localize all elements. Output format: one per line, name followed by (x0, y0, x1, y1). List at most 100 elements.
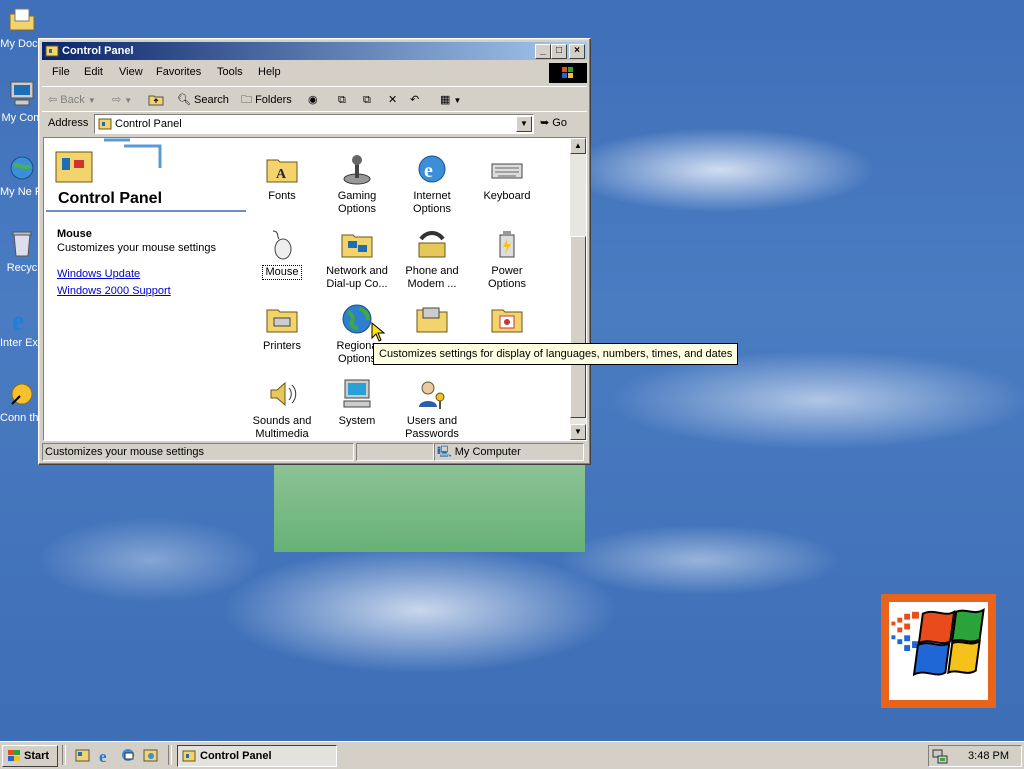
history-button[interactable]: ◉ (308, 92, 318, 108)
system-icon (343, 379, 371, 408)
close-button[interactable]: × (569, 44, 585, 59)
item-fonts[interactable]: A Fonts (246, 152, 318, 203)
up-folder-button[interactable] (148, 92, 164, 108)
control-panel-icon (98, 118, 112, 130)
menu-bar: File Edit View Favorites Tools Help (42, 62, 587, 82)
selected-item-title: Mouse (57, 228, 92, 240)
menu-edit[interactable]: Edit (84, 66, 103, 78)
start-button[interactable]: Start (2, 745, 58, 767)
go-button[interactable]: ➥ Go (540, 116, 567, 129)
windows-throbber-icon (562, 67, 573, 78)
icon-grid: A Fonts Gaming Options e Internet Option… (249, 138, 569, 440)
scanners-cameras-icon (416, 307, 448, 333)
item-system[interactable]: System (321, 377, 393, 428)
move-to-button[interactable]: ⧉ (338, 92, 346, 108)
network-tray-icon[interactable] (932, 748, 948, 764)
power-options-icon (499, 231, 515, 258)
windows-flag-icon (891, 607, 985, 677)
menu-favorites[interactable]: Favorites (156, 66, 201, 78)
menu-file[interactable]: File (52, 66, 70, 78)
menu-view[interactable]: View (119, 66, 143, 78)
show-desktop-icon[interactable] (74, 747, 91, 764)
scroll-thumb[interactable] (570, 236, 586, 418)
menu-help[interactable]: Help (258, 66, 281, 78)
connect-internet-icon (11, 383, 33, 405)
keyboard-icon (491, 163, 523, 179)
address-value: Control Panel (115, 118, 182, 130)
mouse-pointer-icon (371, 322, 385, 342)
scroll-up-button[interactable]: ▲ (570, 138, 586, 154)
throbber (549, 63, 587, 83)
tooltip: Customizes settings for display of langu… (373, 343, 739, 365)
minimize-button[interactable]: _ (535, 44, 551, 59)
windows-flag-icon (8, 750, 20, 761)
control-panel-window: Control Panel _ □ × File Edit View Favor… (38, 38, 591, 465)
regional-options-icon (342, 304, 372, 334)
address-input[interactable]: Control Panel ▼ (94, 114, 534, 134)
item-keyboard[interactable]: Keyboard (471, 152, 543, 203)
web-view-pane: Control Panel Mouse Customizes your mous… (44, 138, 249, 440)
views-button[interactable]: ▦ ▼ (440, 92, 461, 108)
pane-title: Control Panel (58, 190, 163, 207)
maximize-button[interactable]: □ (551, 44, 567, 59)
chevron-down-icon: ▼ (87, 96, 96, 105)
my-documents-icon (9, 8, 35, 31)
svg-text:e: e (424, 160, 433, 182)
svg-text:e: e (12, 306, 24, 335)
forward-button[interactable]: ⇨ ▼ (112, 92, 132, 108)
item-users-passwords[interactable]: Users and Passwords (396, 377, 468, 440)
window-title: Control Panel (62, 45, 134, 57)
back-button[interactable]: ⇦ Back ▼ (48, 92, 96, 108)
folders-button[interactable]: 🗀 Folders (241, 92, 292, 108)
internet-explorer-icon[interactable]: e (97, 747, 114, 764)
taskbar-divider (62, 745, 66, 765)
item-mouse[interactable]: Mouse (246, 227, 318, 280)
title-bar[interactable]: Control Panel _ □ × (42, 42, 587, 60)
undo-button[interactable]: ↶ (410, 92, 419, 108)
fonts-icon: A (266, 159, 298, 183)
views-icon: ▦ (440, 94, 451, 106)
taskbar-divider (168, 745, 172, 765)
item-phone-modem[interactable]: Phone and Modem ... (396, 227, 468, 291)
users-icon (419, 381, 445, 409)
scroll-down-button[interactable]: ▼ (570, 424, 586, 440)
search-button[interactable]: 🔍︎ Search (177, 92, 229, 108)
folders-icon: 🗀 (241, 94, 252, 106)
internet-options-icon: e (418, 155, 446, 183)
item-sounds-multimedia[interactable]: Sounds and Multimedia (246, 377, 318, 440)
status-bar: Customizes your mouse settings 🖳 My Comp… (42, 442, 587, 461)
taskbar-button-control-panel[interactable]: Control Panel (177, 745, 337, 767)
undo-icon: ↶ (410, 94, 420, 106)
scheduled-tasks-icon (491, 309, 523, 333)
chevron-down-icon: ▼ (124, 96, 133, 105)
control-panel-icon (182, 750, 196, 762)
copy-to-button[interactable]: ⧉ (363, 92, 371, 108)
sounds-icon (270, 381, 297, 407)
background-green-block (274, 462, 585, 552)
vertical-scrollbar[interactable]: ▲ ▼ (570, 138, 586, 440)
media-player-icon[interactable] (142, 747, 159, 764)
phone-modem-icon (418, 231, 446, 258)
toolbar: ⇦ Back ▼ ⇨ ▼ 🔍︎ Search 🗀 Folders ◉ ⧉ ⧉ ✕… (42, 86, 587, 111)
svg-text:e: e (99, 747, 107, 764)
menu-tools[interactable]: Tools (217, 66, 243, 78)
windows-logo (881, 594, 996, 708)
taskbar: Start e Control Panel 3:48 PM (0, 741, 1024, 769)
forward-arrow-icon: ⇨ (112, 94, 122, 106)
windows-support-link[interactable]: Windows 2000 Support (57, 285, 171, 297)
selected-item-description: Customizes your mouse settings (57, 242, 216, 254)
item-gaming-options[interactable]: Gaming Options (321, 152, 393, 216)
item-internet-options[interactable]: e Internet Options (396, 152, 468, 216)
item-network[interactable]: Network and Dial-up Co... (321, 227, 393, 291)
windows-update-link[interactable]: Windows Update (57, 268, 140, 280)
chevron-down-icon: ▼ (453, 96, 462, 105)
address-dropdown-button[interactable]: ▼ (516, 116, 532, 132)
item-printers[interactable]: Printers (246, 302, 318, 353)
outlook-express-icon[interactable] (120, 747, 137, 764)
item-power-options[interactable]: Power Options (471, 227, 543, 291)
mouse-icon (272, 230, 292, 260)
clock[interactable]: 3:48 PM (968, 746, 1009, 766)
network-icon (341, 234, 373, 258)
copy-to-icon: ⧉ (363, 94, 371, 106)
delete-button[interactable]: ✕ (388, 92, 397, 108)
